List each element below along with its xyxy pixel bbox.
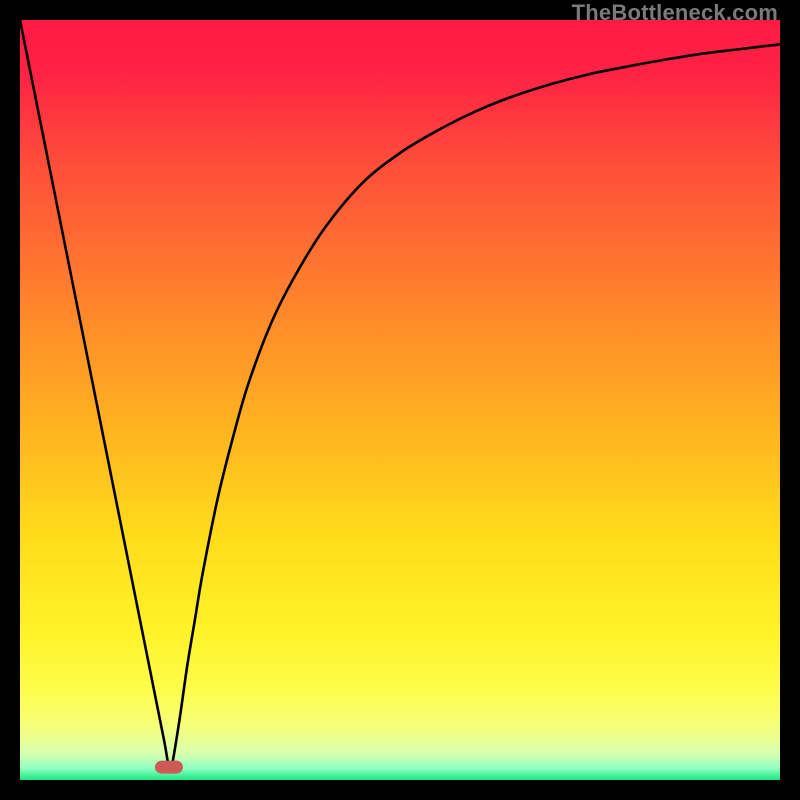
vertex-marker [155, 761, 183, 774]
plot-area [20, 20, 780, 780]
chart-frame [20, 20, 780, 780]
watermark-text: TheBottleneck.com [572, 0, 778, 26]
bottleneck-curve [20, 20, 780, 780]
